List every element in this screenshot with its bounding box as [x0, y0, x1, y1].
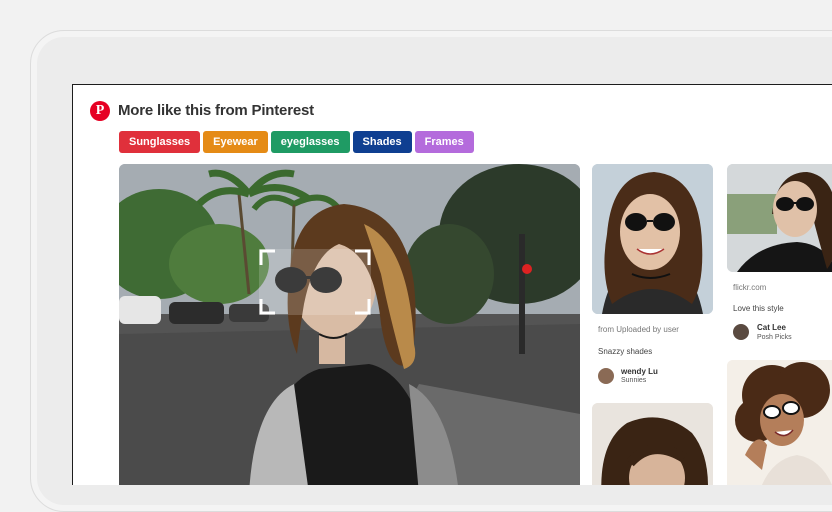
pin-description-2: Love this style — [733, 304, 784, 313]
street-scene-image — [119, 164, 580, 485]
pin-description-1: Snazzy shades — [598, 347, 653, 356]
pin-board-2[interactable]: Posh Picks — [757, 334, 792, 341]
tag-eyewear[interactable]: Eyewear — [203, 131, 268, 153]
tag-sunglasses[interactable]: Sunglasses — [119, 131, 201, 153]
main-photo[interactable] — [119, 164, 580, 485]
pin-user-1[interactable]: wendy Lu — [621, 367, 658, 376]
pin-source-1: from Uploaded by user — [598, 325, 679, 334]
visual-search-crop-frame[interactable] — [259, 249, 371, 315]
tag-shades[interactable]: Shades — [352, 131, 412, 153]
pin-image-3[interactable] — [592, 403, 713, 485]
woman-hair-image — [592, 403, 713, 485]
avatar[interactable] — [598, 368, 614, 384]
pin-image-4[interactable] — [727, 360, 832, 485]
pin-board-1[interactable]: Sunnies — [621, 377, 646, 384]
woman-curly-hair-image — [727, 360, 832, 485]
woman-sunglasses-image — [592, 164, 713, 314]
page-title: More like this from Pinterest — [118, 102, 314, 119]
pinterest-screen: P More like this from Pinterest Sunglass… — [72, 84, 832, 485]
avatar[interactable] — [733, 324, 749, 340]
pin-source-2: flickr.com — [733, 283, 767, 292]
woman-aviators-image — [727, 164, 832, 272]
tag-bar: Sunglasses Eyewear eyeglasses Shades Fra… — [119, 131, 474, 153]
pin-image-1[interactable] — [592, 164, 713, 314]
tag-eyeglasses[interactable]: eyeglasses — [270, 131, 350, 153]
pin-user-2[interactable]: Cat Lee — [757, 323, 786, 332]
tag-frames[interactable]: Frames — [414, 131, 474, 153]
pin-image-2[interactable] — [727, 164, 832, 272]
pinterest-logo-icon: P — [90, 101, 110, 121]
